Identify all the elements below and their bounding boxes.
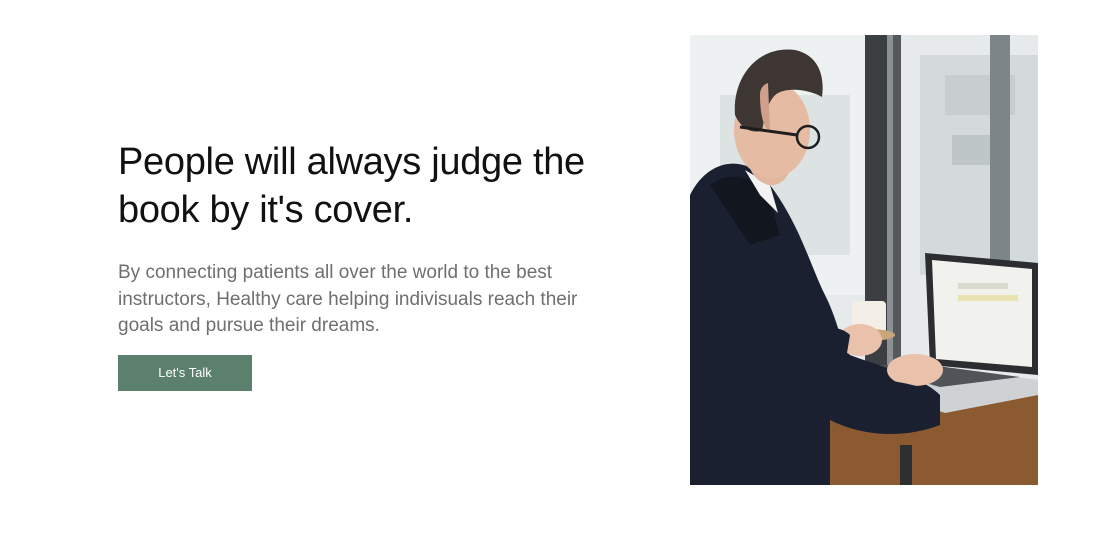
lets-talk-button[interactable]: Let's Talk (118, 354, 252, 391)
hero-headline: People will always judge the book by it'… (118, 141, 585, 231)
hero-photo (690, 35, 1038, 485)
hero-text-block: People will always judge the book by it'… (118, 138, 638, 391)
hero-description: By connecting patients all over the worl… (118, 262, 578, 336)
